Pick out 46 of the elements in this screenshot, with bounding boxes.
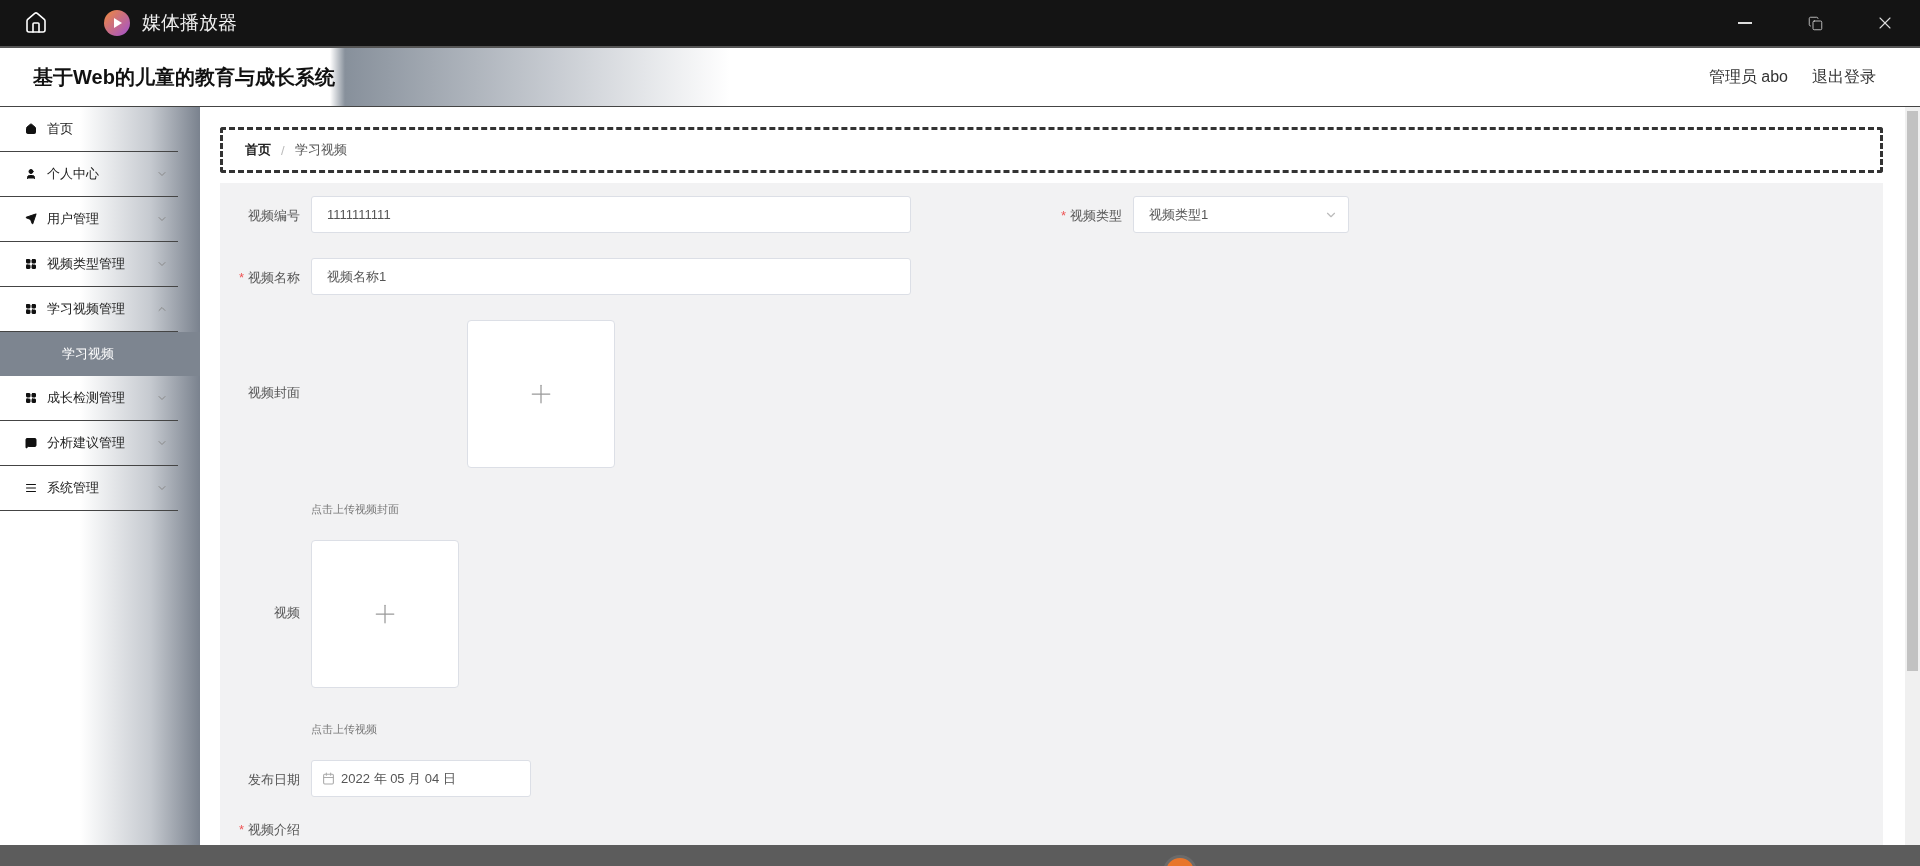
field-label: 视频 — [273, 604, 301, 622]
field-label: * 视频名称 — [237, 269, 301, 287]
sidebar-item[interactable]: 首页 — [0, 107, 178, 152]
menu-icon — [25, 213, 37, 225]
menu-icon — [25, 303, 37, 315]
required-mark: * — [238, 270, 244, 285]
date-input[interactable]: 2022 年 05 月 04 日 — [311, 760, 531, 797]
sidebar-item[interactable]: 分析建议管理 — [0, 421, 178, 466]
field-label: 发布日期 — [247, 771, 301, 789]
calendar-icon — [322, 772, 335, 785]
restore-icon — [1807, 15, 1823, 31]
breadcrumb-link[interactable]: 首页 — [245, 141, 271, 159]
field-label: 视频封面 — [247, 384, 301, 402]
app-logo-icon — [104, 10, 130, 36]
menu-icon — [25, 168, 37, 180]
window-title: 媒体播放器 — [142, 11, 237, 35]
select-field[interactable]: 视频类型1 — [1133, 196, 1349, 233]
field-label: * 视频介绍 — [237, 822, 301, 838]
menu-icon — [25, 123, 37, 135]
upload-hint: 点击上传视频封面 — [311, 502, 400, 517]
user-name: 管理员 abo — [1708, 66, 1788, 87]
text-input[interactable]: 视频名称1 — [311, 258, 911, 295]
system-title: 基于Web的儿童的教育与成长系统 — [33, 64, 335, 90]
minimize-icon — [1738, 22, 1752, 24]
scrollbar[interactable] — [1905, 107, 1920, 845]
home-icon[interactable] — [24, 11, 48, 35]
breadcrumb-separator: / — [281, 142, 285, 158]
sidebar-item[interactable]: 成长检测管理 — [0, 376, 178, 421]
sidebar-item[interactable]: 用户管理 — [0, 197, 178, 242]
logout-link[interactable]: 退出登录 — [1812, 66, 1876, 88]
sidebar-item[interactable]: 系统管理 — [0, 466, 178, 511]
menu-icon — [25, 482, 37, 494]
upload-hint: 点击上传视频 — [311, 722, 378, 737]
menu-icon — [25, 392, 37, 404]
text-input[interactable]: 1111111111 — [311, 196, 911, 233]
field-label: * 视频类型 — [1059, 207, 1123, 225]
required-mark: * — [238, 822, 244, 837]
upload-button[interactable] — [311, 540, 459, 688]
menu-icon — [25, 437, 37, 449]
menu-icon — [25, 258, 37, 270]
sidebar-item[interactable]: 个人中心 — [0, 152, 178, 197]
field-label: 视频编号 — [247, 207, 301, 225]
sidebar-item[interactable]: 视频类型管理 — [0, 242, 178, 287]
upload-button[interactable] — [467, 320, 615, 468]
breadcrumb-link[interactable]: 学习视频 — [294, 141, 347, 159]
required-mark: * — [1060, 208, 1066, 223]
